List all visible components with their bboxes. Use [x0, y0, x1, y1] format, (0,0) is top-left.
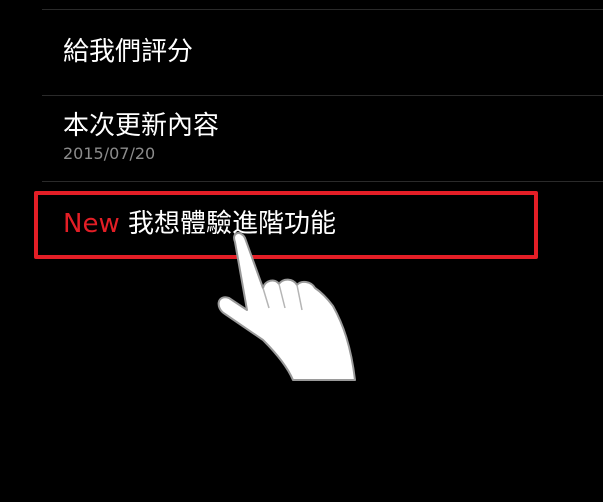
list-item-date: 2015/07/20: [63, 144, 156, 163]
list-item-title: 本次更新內容: [63, 111, 220, 141]
list-item-release-notes[interactable]: 本次更新內容 2015/07/20: [63, 110, 603, 164]
divider: [42, 9, 603, 10]
pointing-hand-icon: [217, 232, 356, 381]
list-item-rate-us[interactable]: 給我們評分: [63, 36, 603, 68]
divider: [42, 181, 603, 182]
list-item-title: 給我們評分: [63, 37, 194, 67]
divider: [42, 95, 603, 96]
